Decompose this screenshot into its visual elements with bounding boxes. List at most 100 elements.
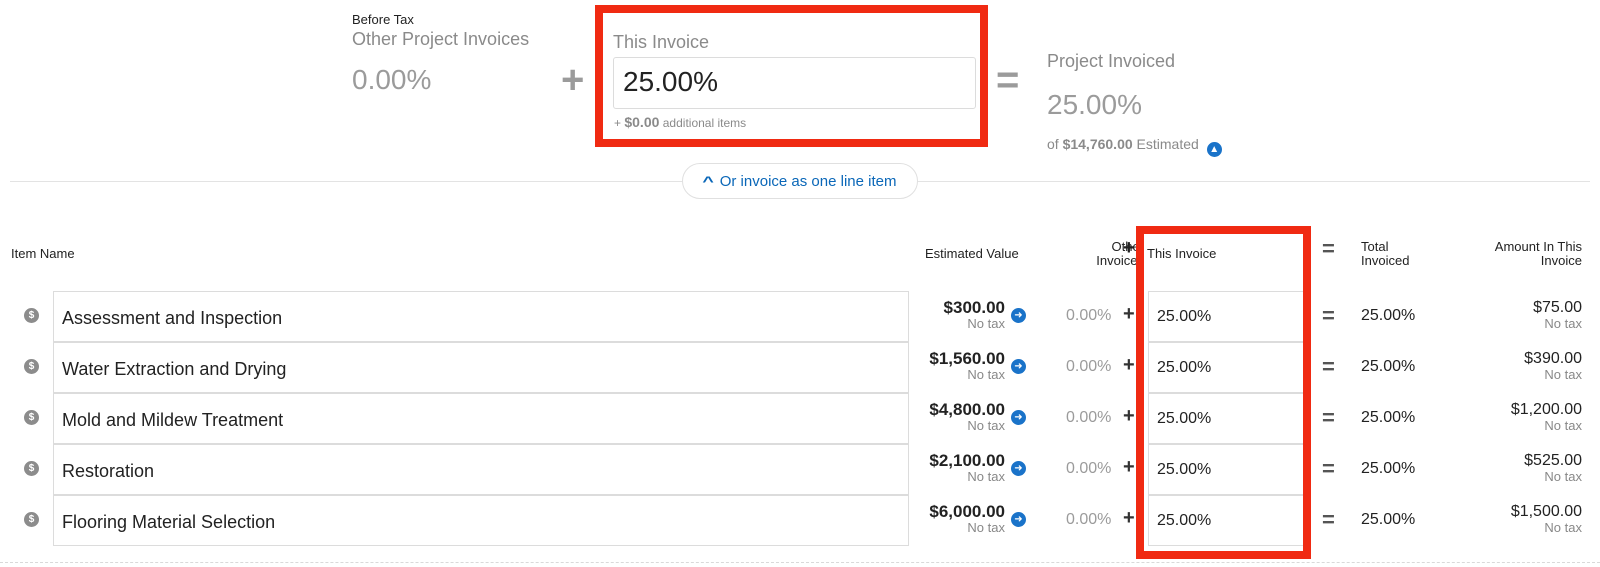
total-invoiced-value: 25.00% — [1361, 307, 1416, 324]
item-name-field[interactable]: Assessment and Inspection — [53, 291, 909, 342]
before-tax-label: Before Tax — [352, 12, 414, 27]
equals-sign: = — [1322, 405, 1335, 430]
header-this-invoice: This Invoice — [1147, 246, 1217, 261]
chevron-up-icon: ^ — [701, 173, 714, 189]
dollar-icon: $ — [24, 512, 39, 527]
additional-amount: $0.00 — [624, 114, 660, 130]
estimated-value-cell: $4,800.00 No tax — [900, 401, 1005, 433]
total-invoiced-value: 25.00% — [1361, 460, 1416, 477]
amount-tax-note: No tax — [1544, 418, 1582, 433]
amount-tax-note: No tax — [1544, 520, 1582, 535]
amount-value: $1,200.00 — [1510, 401, 1582, 418]
dollar-icon: $ — [24, 359, 39, 374]
estimated-total-amount: $14,760.00 — [1062, 136, 1133, 152]
total-invoiced-value: 25.00% — [1361, 409, 1416, 426]
of-prefix: of — [1047, 136, 1059, 152]
amount-value: $75.00 — [1533, 299, 1582, 316]
this-invoice-percent-input[interactable]: 25.00% — [1148, 342, 1304, 393]
total-invoiced-value: 25.00% — [1361, 511, 1416, 528]
other-project-invoices-value: 0.00% — [352, 64, 432, 95]
table-row: $ Restoration $2,100.00 No tax ➜ 0.00% +… — [0, 444, 1600, 495]
bottom-divider — [0, 562, 1600, 563]
amount-in-invoice-cell: $1,200.00 No tax — [1440, 401, 1582, 433]
additional-items-note: + $0.00 additional items — [614, 114, 746, 130]
header-total-line2: Invoiced — [1361, 253, 1410, 268]
other-invoices-value: 0.00% — [1066, 409, 1112, 426]
project-invoiced-label: Project Invoiced — [1047, 51, 1176, 71]
header-equals-sign: = — [1322, 236, 1335, 261]
invoice-editor: Before Tax Other Project Invoices 0.00% … — [0, 0, 1600, 567]
amount-in-invoice-cell: $525.00 No tax — [1440, 452, 1582, 484]
this-invoice-percent-input[interactable]: 25.00% — [1148, 393, 1304, 444]
table-row: $ Assessment and Inspection $300.00 No t… — [0, 291, 1600, 342]
estimated-tax-note: No tax — [967, 469, 1005, 484]
item-name-field[interactable]: Water Extraction and Drying — [53, 342, 909, 393]
amount-in-invoice-cell: $1,500.00 No tax — [1440, 503, 1582, 535]
equals-sign: = — [996, 58, 1020, 102]
plus-sign: + — [561, 58, 585, 102]
estimated-value-cell: $300.00 No tax — [900, 299, 1005, 331]
estimated-suffix: Estimated — [1136, 136, 1199, 152]
arrow-right-circle-icon[interactable]: ➜ — [1011, 308, 1026, 323]
other-invoices-value: 0.00% — [1066, 511, 1112, 528]
estimated-tax-note: No tax — [967, 316, 1005, 331]
estimated-value-cell: $6,000.00 No tax — [900, 503, 1005, 535]
dollar-icon: $ — [24, 410, 39, 425]
equals-sign: = — [1322, 354, 1335, 379]
header-total-line1: Total — [1361, 239, 1389, 254]
estimated-tax-note: No tax — [967, 520, 1005, 535]
other-invoices-value: 0.00% — [1066, 460, 1112, 477]
amount-tax-note: No tax — [1544, 469, 1582, 484]
equals-sign: = — [1322, 303, 1335, 328]
other-invoices-value: 0.00% — [1066, 307, 1112, 324]
estimated-value-cell: $2,100.00 No tax — [900, 452, 1005, 484]
header-item-name: Item Name — [11, 246, 75, 261]
amount-in-invoice-cell: $390.00 No tax — [1440, 350, 1582, 382]
this-invoice-percent-input[interactable]: 25.00% — [613, 57, 976, 109]
estimated-total-note: of $14,760.00 Estimated ▲ — [1047, 136, 1222, 157]
arrow-right-circle-icon[interactable]: ➜ — [1011, 461, 1026, 476]
other-project-invoices-label: Other Project Invoices — [352, 29, 530, 49]
amount-value: $525.00 — [1524, 452, 1582, 469]
plus-sign: + — [1123, 456, 1135, 478]
header-amount-in-invoice: Amount In This Invoice — [1440, 240, 1582, 268]
estimated-value: $4,800.00 — [929, 400, 1005, 419]
header-estimated-value: Estimated Value — [925, 246, 1019, 261]
arrow-right-circle-icon[interactable]: ➜ — [1011, 410, 1026, 425]
item-name-field[interactable]: Mold and Mildew Treatment — [53, 393, 909, 444]
total-invoiced-value: 25.00% — [1361, 358, 1416, 375]
amount-in-invoice-cell: $75.00 No tax — [1440, 299, 1582, 331]
this-invoice-percent-input[interactable]: 25.00% — [1148, 291, 1304, 342]
invoice-as-one-line-item-label: Or invoice as one line item — [719, 172, 897, 190]
this-invoice-percent-input[interactable]: 25.00% — [1148, 495, 1304, 546]
dollar-icon: $ — [24, 461, 39, 476]
item-name-field[interactable]: Flooring Material Selection — [53, 495, 909, 546]
table-row: $ Flooring Material Selection $6,000.00 … — [0, 495, 1600, 546]
plus-sign: + — [1123, 354, 1135, 376]
item-name-field[interactable]: Restoration — [53, 444, 909, 495]
plus-sign: + — [1123, 303, 1135, 325]
equals-sign: = — [1322, 456, 1335, 481]
amount-tax-note: No tax — [1544, 316, 1582, 331]
other-invoices-value: 0.00% — [1066, 358, 1112, 375]
arrow-right-circle-icon[interactable]: ➜ — [1011, 359, 1026, 374]
arrow-right-circle-icon[interactable]: ➜ — [1011, 512, 1026, 527]
invoice-as-one-line-item-button[interactable]: ^ Or invoice as one line item — [682, 163, 918, 199]
header-total-invoiced: Total Invoiced — [1361, 240, 1409, 268]
estimated-tax-note: No tax — [967, 367, 1005, 382]
header-amount-line2: Invoice — [1540, 253, 1582, 268]
plus-sign: + — [1123, 507, 1135, 529]
table-row: $ Water Extraction and Drying $1,560.00 … — [0, 342, 1600, 393]
estimated-value-cell: $1,560.00 No tax — [900, 350, 1005, 382]
this-invoice-percent-input[interactable]: 25.00% — [1148, 444, 1304, 495]
additional-prefix: + — [614, 116, 622, 130]
estimated-value: $2,100.00 — [929, 451, 1005, 470]
estimated-value: $1,560.00 — [929, 349, 1005, 368]
header-plus-sign: + — [1123, 237, 1135, 259]
amount-value: $1,500.00 — [1510, 503, 1582, 520]
arrow-up-circle-icon[interactable]: ▲ — [1206, 142, 1222, 157]
plus-sign: + — [1123, 405, 1135, 427]
estimated-value: $300.00 — [943, 298, 1005, 317]
table-row: $ Mold and Mildew Treatment $4,800.00 No… — [0, 393, 1600, 444]
amount-value: $390.00 — [1524, 350, 1582, 367]
